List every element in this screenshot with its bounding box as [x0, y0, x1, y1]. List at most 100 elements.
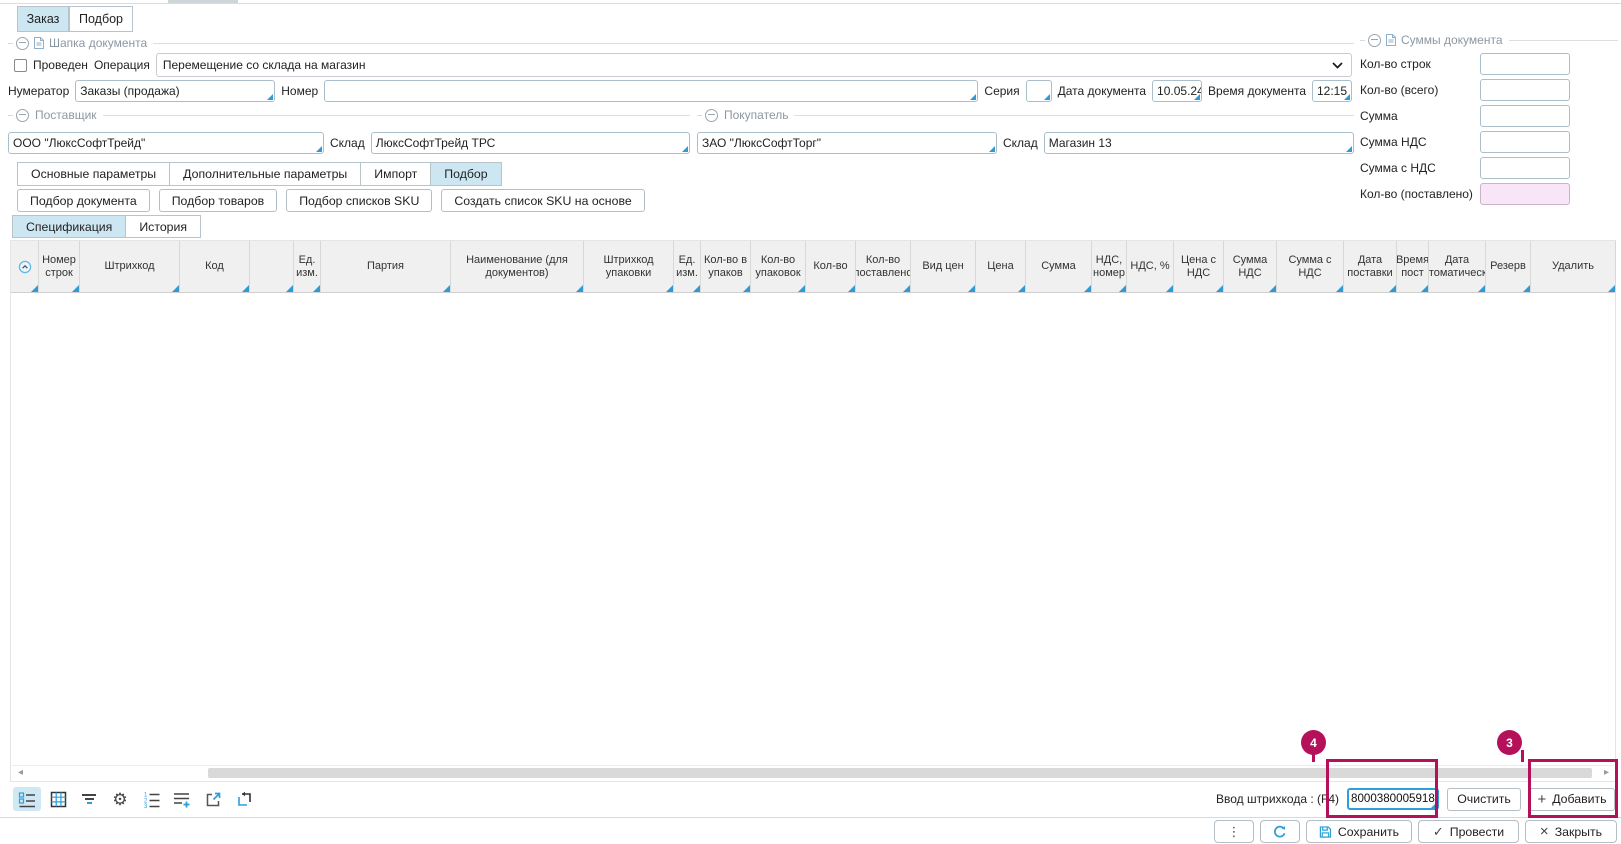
supplier-org-field[interactable]: ООО "ЛюксСофтТрейд": [8, 132, 324, 154]
select-goods-button[interactable]: Подбор товаров: [159, 189, 278, 212]
column-header-8[interactable]: Штрихкод упаковки: [584, 241, 674, 292]
top-divider: [0, 3, 1621, 4]
column-header-4[interactable]: [250, 241, 294, 292]
operation-label: Операция: [94, 58, 150, 72]
column-header-0[interactable]: [11, 241, 39, 292]
chevron-down-icon: [1332, 62, 1343, 69]
sums-group-header: Суммы документа: [1360, 33, 1618, 47]
column-header-19[interactable]: Цена с НДС: [1174, 241, 1224, 292]
refresh-button[interactable]: [1260, 820, 1300, 843]
more-button[interactable]: ⋮: [1214, 820, 1254, 843]
buyer-org-field[interactable]: ЗАО "ЛюксСофтТорг": [697, 132, 997, 154]
column-header-17[interactable]: НДС, номер: [1092, 241, 1127, 292]
sum-row-field[interactable]: [1480, 157, 1570, 179]
tab-extra-params[interactable]: Дополнительные параметры: [169, 162, 361, 186]
collapse-icon[interactable]: [705, 109, 718, 122]
grid-view-icon[interactable]: [44, 787, 72, 811]
order-window: Заказ Подбор Шапка документа Проведен Оп…: [0, 0, 1621, 844]
column-header-20[interactable]: Сумма НДС: [1224, 241, 1277, 292]
column-header-7[interactable]: Наименование (для документов): [451, 241, 584, 292]
column-header-16[interactable]: Сумма: [1026, 241, 1092, 292]
column-header-3[interactable]: Код: [180, 241, 250, 292]
column-header-14[interactable]: Вид цен: [911, 241, 976, 292]
column-header-23[interactable]: Время пост: [1397, 241, 1429, 292]
collapse-icon[interactable]: [1368, 34, 1381, 47]
select-sku-lists-button[interactable]: Подбор списков SKU: [286, 189, 432, 212]
add-rows-icon[interactable]: [168, 787, 196, 811]
collapse-icon[interactable]: [16, 109, 29, 122]
select-document-button[interactable]: Подбор документа: [17, 189, 150, 212]
column-header-label: Кол-во (поставлено): [856, 254, 911, 279]
column-header-25[interactable]: Резерв: [1486, 241, 1531, 292]
supplier-group: Поставщик ООО "ЛюксСофтТрейд" Склад Люкс…: [8, 108, 690, 154]
column-header-15[interactable]: Цена: [976, 241, 1026, 292]
column-header-label: Сумма НДС: [1225, 254, 1275, 279]
numbered-list-icon[interactable]: 1 2 3: [137, 787, 165, 811]
doc-date-field[interactable]: 10.05.24: [1152, 80, 1202, 102]
sum-row-label: Сумма с НДС: [1360, 161, 1474, 175]
post-button[interactable]: ✓ Провести: [1418, 820, 1519, 843]
number-field[interactable]: [324, 80, 978, 102]
group-title: Суммы документа: [1401, 33, 1503, 47]
export-icon[interactable]: [199, 787, 227, 811]
column-header-label: Кол-во в упаков: [702, 254, 749, 279]
close-button[interactable]: × Закрыть: [1525, 820, 1617, 843]
settings-gear-icon[interactable]: ⚙: [106, 787, 134, 811]
column-header-6[interactable]: Партия: [321, 241, 451, 292]
column-header-22[interactable]: Дата поставки: [1344, 241, 1397, 292]
sum-row-field[interactable]: [1480, 105, 1570, 127]
sum-row-label: Сумма НДС: [1360, 135, 1474, 149]
numerator-value: Заказы (продажа): [80, 84, 179, 98]
doc-time-field[interactable]: 12:15: [1312, 80, 1352, 102]
warehouse-label: Склад: [1003, 136, 1038, 150]
filter-icon[interactable]: [75, 787, 103, 811]
column-header-18[interactable]: НДС, %: [1127, 241, 1174, 292]
column-header-1[interactable]: Номер строк: [39, 241, 80, 292]
tab-order[interactable]: Заказ: [17, 6, 69, 32]
column-header-label: Вид цен: [922, 260, 963, 273]
tab-history[interactable]: История: [125, 215, 201, 238]
clear-button[interactable]: Очистить: [1447, 788, 1521, 811]
tab-import[interactable]: Импорт: [360, 162, 431, 186]
list-view-icon[interactable]: [13, 787, 41, 811]
create-sku-list-button[interactable]: Создать список SKU на основе: [441, 189, 644, 212]
table-body[interactable]: [11, 293, 1615, 767]
column-header-11[interactable]: Кол-во упаковок: [751, 241, 806, 292]
column-header-2[interactable]: Штрихкод: [80, 241, 180, 292]
group-title: Поставщик: [35, 108, 97, 122]
numerator-field[interactable]: Заказы (продажа): [75, 80, 275, 102]
warehouse-label: Склад: [330, 136, 365, 150]
series-label: Серия: [984, 84, 1019, 98]
sum-row-field[interactable]: [1480, 79, 1570, 101]
column-header-label: Кол-во: [813, 260, 847, 273]
sum-row-field[interactable]: [1480, 131, 1570, 153]
tab-specification[interactable]: Спецификация: [12, 215, 126, 238]
column-header-24[interactable]: Дата автоматическог: [1429, 241, 1486, 292]
scroll-left-icon[interactable]: ◂: [18, 767, 23, 779]
save-button[interactable]: Сохранить: [1306, 820, 1412, 843]
series-field[interactable]: [1026, 80, 1052, 102]
buyer-group: Покупатель ЗАО "ЛюксСофтТорг" Склад Мага…: [697, 108, 1354, 154]
column-header-21[interactable]: Сумма с НДС: [1277, 241, 1344, 292]
reload-rows-icon[interactable]: [230, 787, 258, 811]
sum-row-field[interactable]: [1480, 53, 1570, 75]
buyer-warehouse-field[interactable]: Магазин 13: [1044, 132, 1354, 154]
column-header-13[interactable]: Кол-во (поставлено): [856, 241, 911, 292]
tab-main-params[interactable]: Основные параметры: [17, 162, 170, 186]
collapse-icon[interactable]: [16, 37, 29, 50]
conducted-checkbox[interactable]: [14, 59, 27, 72]
column-header-9[interactable]: Ед. изм.: [674, 241, 701, 292]
sum-row-label: Кол-во строк: [1360, 57, 1474, 71]
doc-date-label: Дата документа: [1058, 84, 1146, 98]
sum-row-field-delivered[interactable]: [1480, 183, 1570, 205]
refresh-icon: [1273, 825, 1287, 839]
operation-select[interactable]: Перемещение со склада на магазин: [156, 53, 1352, 77]
tab-selection-params[interactable]: Подбор: [430, 162, 501, 186]
column-header-label: НДС, %: [1130, 260, 1169, 273]
column-header-10[interactable]: Кол-во в упаков: [701, 241, 751, 292]
column-header-12[interactable]: Кол-во: [806, 241, 856, 292]
supplier-warehouse-field[interactable]: ЛюксСофтТрейд ТРС: [371, 132, 690, 154]
tab-selection[interactable]: Подбор: [69, 6, 133, 32]
column-header-5[interactable]: Ед. изм.: [294, 241, 321, 292]
column-header-26[interactable]: Удалить: [1531, 241, 1616, 292]
